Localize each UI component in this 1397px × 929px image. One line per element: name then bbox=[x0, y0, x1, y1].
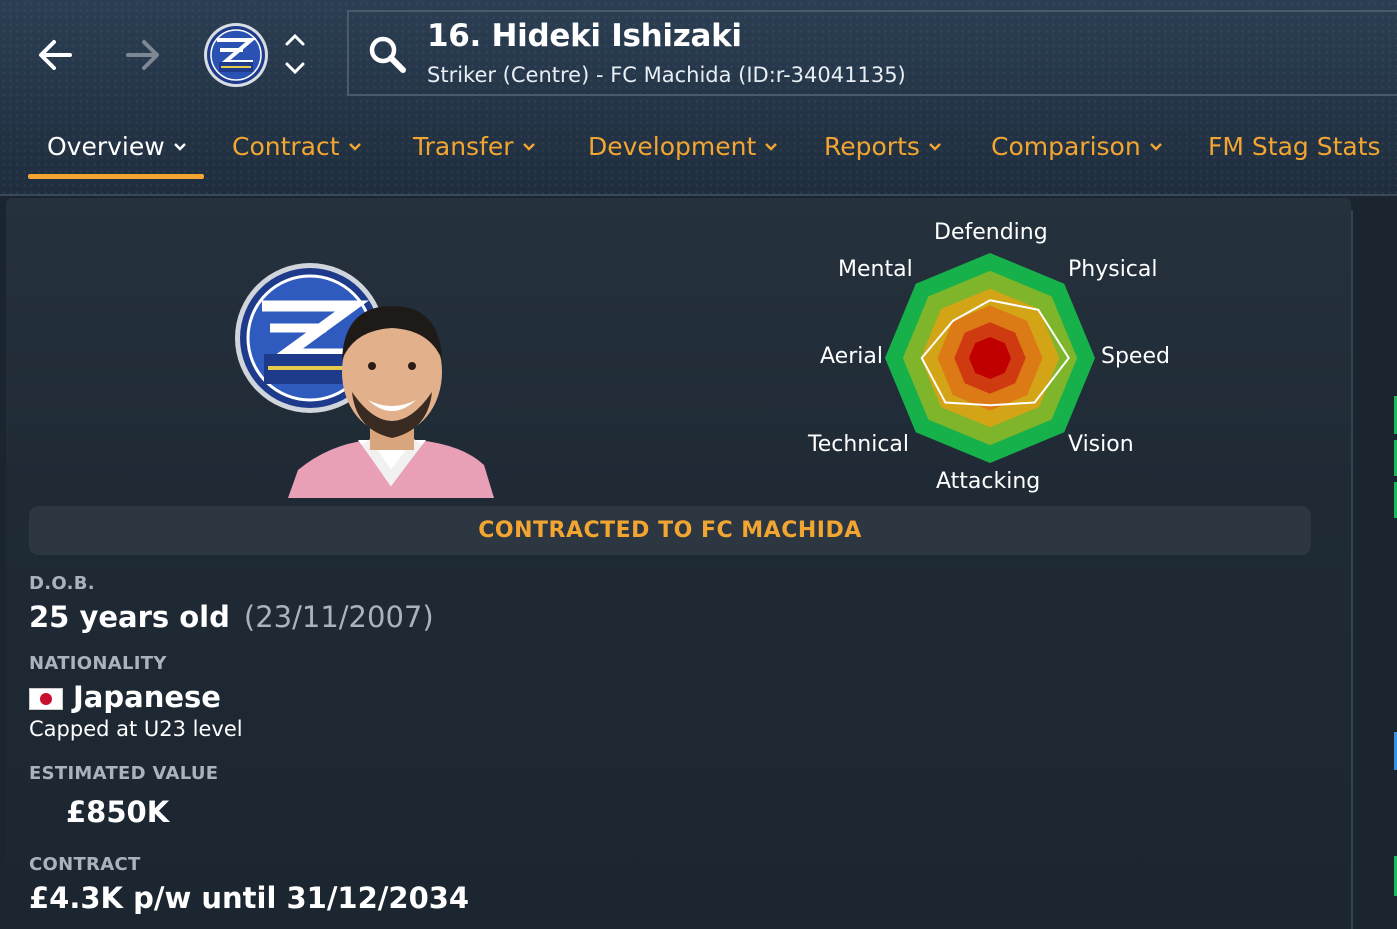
tab-label: Transfer bbox=[413, 132, 514, 161]
nationality-label: NATIONALITY bbox=[29, 653, 167, 674]
player-subtitle: Striker (Centre) - FC Machida (ID:r-3404… bbox=[427, 63, 906, 87]
contract-value: £4.3K p/w until 31/12/2034 bbox=[29, 881, 470, 915]
active-tab-indicator bbox=[28, 174, 204, 179]
tab-reports[interactable]: Reports bbox=[824, 132, 942, 161]
chevron-down-icon bbox=[522, 142, 535, 151]
tab-label: Overview bbox=[47, 132, 165, 161]
tab-transfer[interactable]: Transfer bbox=[413, 132, 536, 161]
chevron-down-icon bbox=[1149, 142, 1162, 151]
international-caps: Capped at U23 level bbox=[29, 717, 243, 741]
radar-label-attacking: Attacking bbox=[936, 469, 1041, 494]
chevron-down-icon bbox=[173, 142, 186, 151]
radar-label-defending: Defending bbox=[934, 220, 1048, 245]
radar-band bbox=[969, 337, 1011, 379]
arrow-left-icon bbox=[39, 40, 72, 70]
tab-fm-stag-stats[interactable]: FM Stag Stats bbox=[1208, 132, 1381, 161]
tab-label: Comparison bbox=[991, 132, 1141, 161]
estimated-value-label: ESTIMATED VALUE bbox=[29, 763, 219, 784]
nationality-value[interactable]: Japanese bbox=[73, 680, 221, 714]
tab-label: FM Stag Stats bbox=[1208, 132, 1381, 161]
side-panel bbox=[1353, 198, 1397, 929]
radar-label-aerial: Aerial bbox=[820, 344, 883, 369]
tab-label: Contract bbox=[232, 132, 340, 161]
arrow-right-icon bbox=[126, 40, 159, 70]
radar-label-physical: Physical bbox=[1068, 257, 1158, 282]
chevron-down-icon bbox=[348, 142, 361, 151]
tab-overview[interactable]: Overview bbox=[47, 132, 187, 161]
chevron-down-icon bbox=[765, 142, 778, 151]
japan-flag-icon bbox=[29, 688, 63, 710]
player-name-title: 16. Hideki Ishizaki bbox=[427, 18, 742, 54]
tab-bar: Overview Contract Transfer Development R… bbox=[0, 124, 1397, 184]
estimated-value: £850K bbox=[66, 795, 170, 829]
radar-label-technical: Technical bbox=[808, 432, 910, 457]
tab-label: Development bbox=[588, 132, 757, 161]
tab-label: Reports bbox=[824, 132, 920, 161]
tab-contract[interactable]: Contract bbox=[232, 132, 362, 161]
dob-value: 25 years old (23/11/2007) bbox=[29, 600, 434, 634]
forward-button[interactable] bbox=[118, 30, 168, 80]
player-portrait-icon bbox=[288, 306, 494, 498]
back-button[interactable] bbox=[30, 30, 80, 80]
search-icon bbox=[369, 36, 406, 73]
club-badge-button[interactable] bbox=[203, 22, 269, 88]
player-switch-arrows[interactable] bbox=[282, 28, 308, 80]
age-text: 25 years old bbox=[29, 600, 230, 634]
radar-label-vision: Vision bbox=[1068, 432, 1134, 457]
contract-status-banner: CONTRACTED TO FC MACHIDA bbox=[29, 506, 1311, 555]
tab-comparison[interactable]: Comparison bbox=[991, 132, 1163, 161]
tab-development[interactable]: Development bbox=[588, 132, 778, 161]
dob-date: (23/11/2007) bbox=[243, 600, 434, 634]
panel-divider bbox=[1351, 210, 1353, 929]
dob-label: D.O.B. bbox=[29, 573, 95, 594]
contract-label: CONTRACT bbox=[29, 854, 141, 875]
search-button[interactable] bbox=[366, 33, 408, 75]
club-badge-icon bbox=[204, 23, 268, 87]
player-photo bbox=[288, 300, 494, 498]
chevron-down-icon bbox=[929, 142, 941, 151]
radar-label-speed: Speed bbox=[1101, 344, 1170, 369]
chevron-up-down-icon bbox=[285, 33, 305, 75]
radar-label-mental: Mental bbox=[838, 257, 913, 282]
